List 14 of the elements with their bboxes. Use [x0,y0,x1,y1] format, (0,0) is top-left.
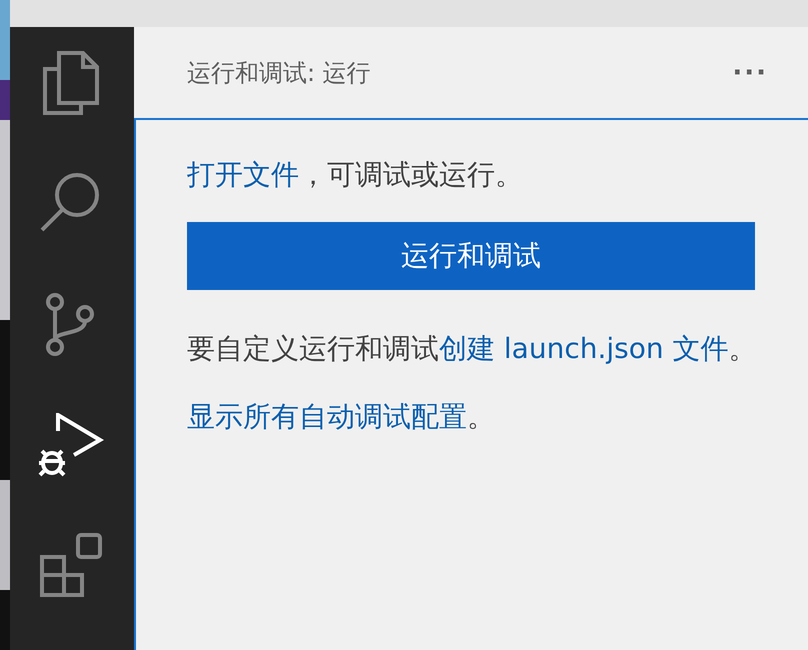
link[interactable]: 显示所有自动调试配置 [187,400,467,433]
files-icon[interactable] [41,51,99,115]
instruction-text: 显示所有自动调试配置。 [187,399,496,435]
instruction-text: 要自定义运行和调试创建 launch.json 文件。 [187,331,758,367]
panel-title: 运行和调试: 运行 [187,58,371,88]
extensions-icon[interactable] [38,533,102,598]
run-debug-icon[interactable] [36,412,104,479]
instruction-text: 打开文件，可调试或运行。 [187,157,524,193]
link[interactable]: 创建 launch.json 文件 [439,332,729,365]
link[interactable]: 打开文件 [187,158,299,191]
branch-icon[interactable] [45,292,95,358]
run-debug-button[interactable]: 运行和调试 [187,222,755,290]
search-icon[interactable] [39,172,101,234]
more-actions-icon[interactable]: ··· [732,58,768,88]
